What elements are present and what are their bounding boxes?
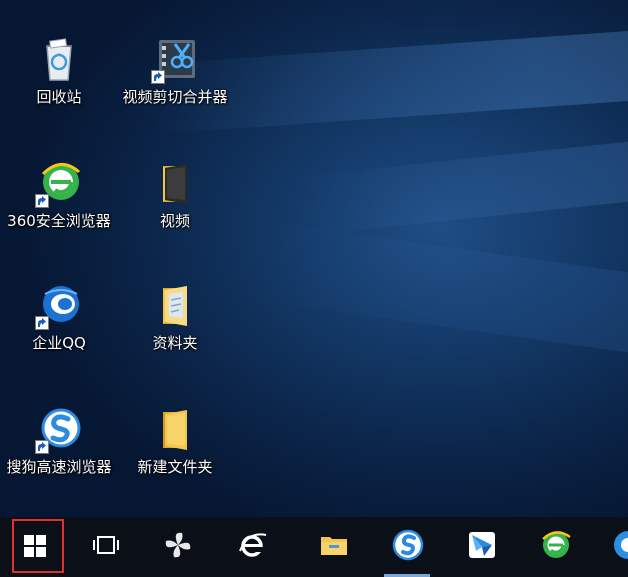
desktop-icon-label: 企业QQ — [32, 334, 86, 352]
taskbar — [0, 517, 628, 577]
desktop: 回收站 视频剪切合并器 360安全浏览器 视频 企业QQ 资料夹 搜狗高速浏览器… — [0, 0, 628, 517]
partial-app-icon — [614, 531, 628, 559]
taskbar-app-sogou-browser[interactable] — [378, 517, 436, 577]
shortcut-arrow-icon — [151, 70, 165, 84]
360-browser-icon — [35, 160, 83, 208]
desktop-icon-360-browser[interactable]: 360安全浏览器 — [4, 160, 114, 231]
folder-icon — [151, 160, 199, 208]
taskbar-app-blue-bird[interactable] — [452, 517, 510, 577]
video-editor-icon — [151, 36, 199, 84]
desktop-icon-video-editor[interactable]: 视频剪切合并器 — [120, 36, 230, 107]
wallpaper-light-beam — [260, 220, 628, 380]
wallpaper-light-beam — [300, 123, 628, 237]
task-view-button[interactable] — [76, 517, 134, 577]
desktop-icon-label: 搜狗高速浏览器 — [6, 458, 112, 476]
shortcut-arrow-icon — [35, 440, 49, 454]
folder-icon — [151, 282, 199, 330]
desktop-icon-label: 回收站 — [36, 88, 82, 106]
desktop-icon-recycle-bin[interactable]: 回收站 — [4, 36, 114, 107]
taskbar-app-internet-explorer[interactable] — [222, 517, 280, 577]
desktop-icon-video-folder[interactable]: 视频 — [120, 160, 230, 231]
folder-icon — [151, 406, 199, 454]
internet-explorer-icon — [239, 533, 267, 557]
recycle-bin-icon — [35, 36, 83, 84]
taskbar-app-partial[interactable] — [598, 517, 628, 577]
taskbar-app-360-browser[interactable] — [526, 517, 584, 577]
sogou-browser-icon — [35, 406, 83, 454]
taskbar-app-pinwheel[interactable] — [148, 517, 206, 577]
desktop-icon-documents-folder[interactable]: 资料夹 — [120, 282, 230, 353]
desktop-icon-label: 视频 — [159, 212, 190, 230]
shortcut-arrow-icon — [35, 194, 49, 208]
pinwheel-app-icon — [165, 532, 191, 558]
desktop-icon-new-folder[interactable]: 新建文件夹 — [120, 406, 230, 477]
enterprise-qq-icon — [35, 282, 83, 330]
desktop-icon-label: 新建文件夹 — [137, 458, 213, 476]
taskbar-app-file-explorer[interactable] — [304, 517, 362, 577]
desktop-icon-label: 视频剪切合并器 — [122, 88, 228, 106]
start-button[interactable] — [4, 517, 64, 577]
task-view-icon — [93, 536, 119, 554]
desktop-icon-label: 资料夹 — [152, 334, 198, 352]
desktop-icon-enterprise-qq[interactable]: 企业QQ — [4, 282, 114, 353]
file-explorer-icon — [321, 537, 347, 555]
windows-start-icon — [24, 535, 46, 557]
desktop-icon-sogou-browser[interactable]: 搜狗高速浏览器 — [4, 406, 114, 477]
sogou-browser-icon — [392, 529, 424, 561]
shortcut-arrow-icon — [35, 316, 49, 330]
desktop-icon-label: 360安全浏览器 — [7, 212, 111, 230]
360-browser-icon — [542, 531, 571, 558]
feishu-app-icon — [469, 532, 495, 558]
